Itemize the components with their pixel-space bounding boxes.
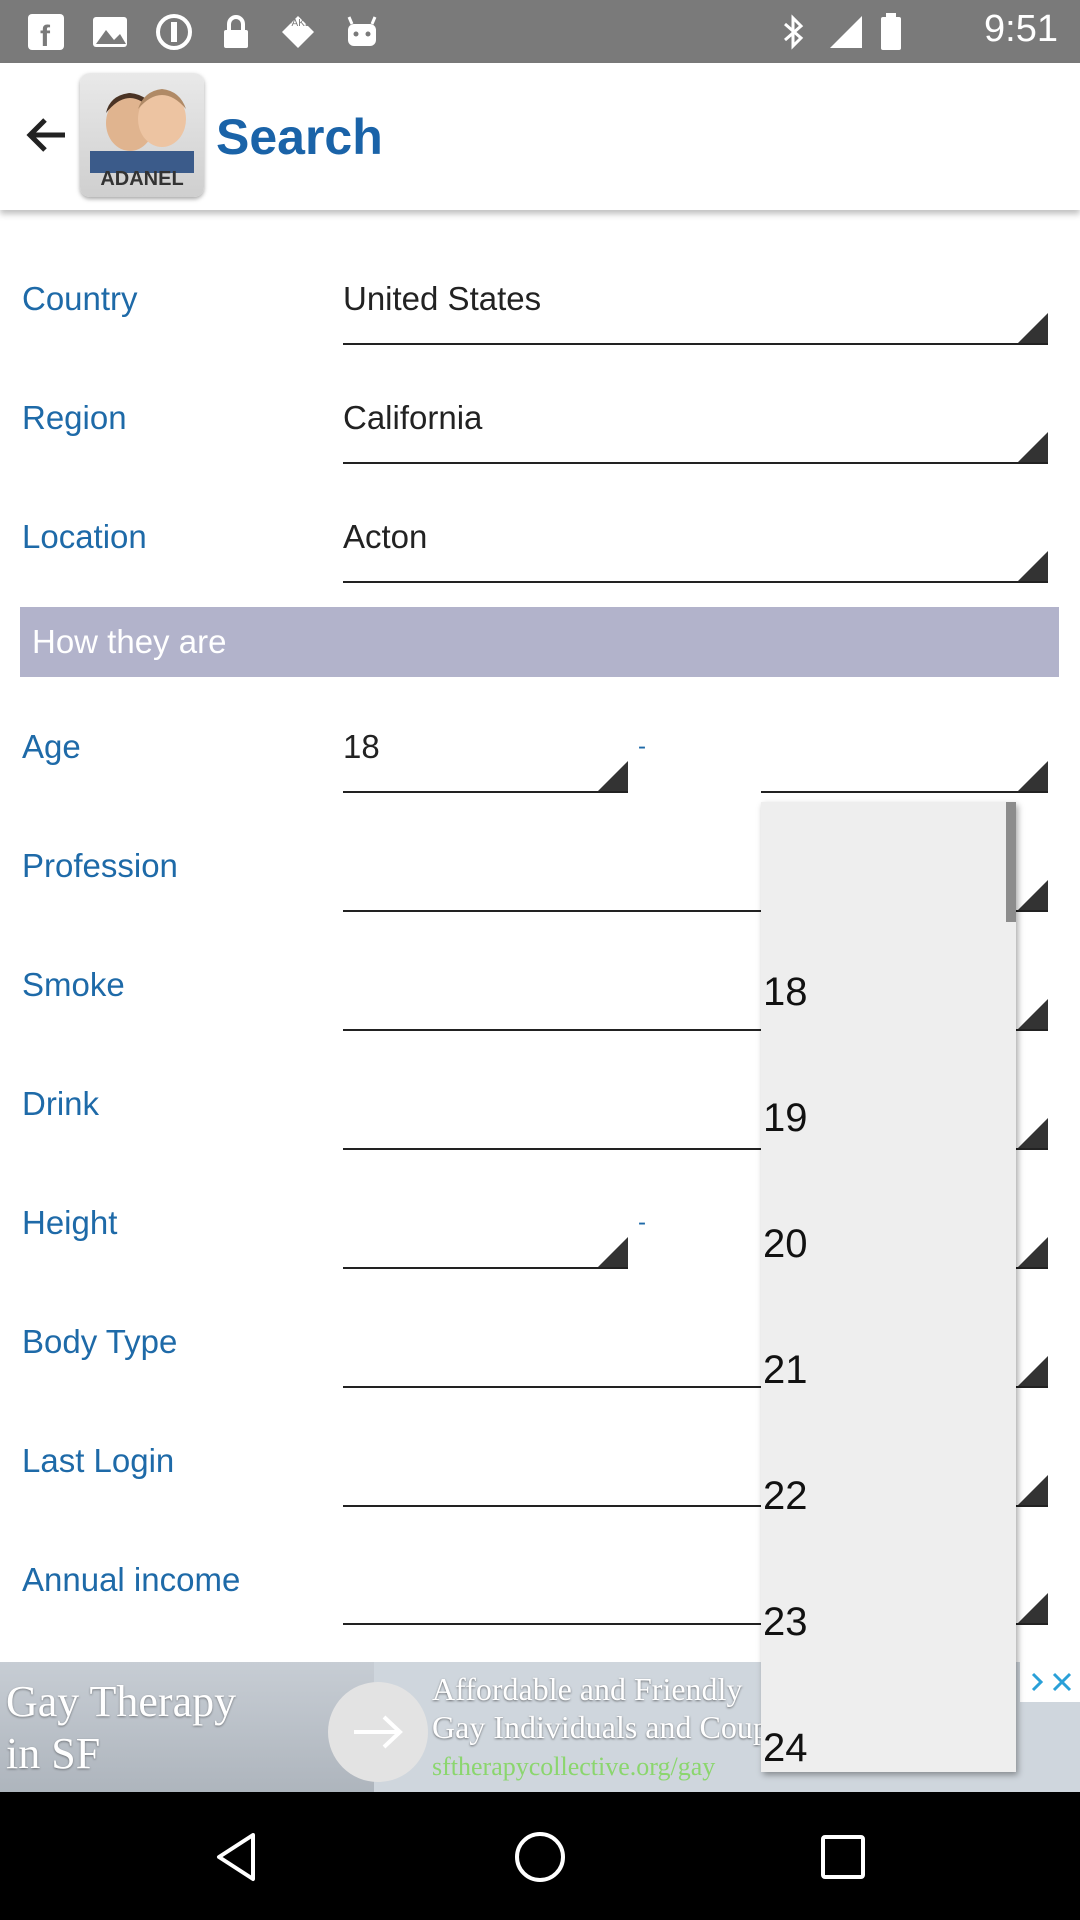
svg-text:f: f	[40, 20, 51, 52]
dropdown-option[interactable]: 21	[763, 1348, 808, 1393]
square-recents-icon	[821, 1835, 865, 1879]
fake-gps-icon: FAKE	[282, 16, 314, 48]
lock-icon	[224, 15, 248, 48]
dropdown-arrow-icon	[598, 1237, 628, 1267]
dropdown-arrow-icon	[598, 761, 628, 791]
back-button[interactable]	[14, 103, 78, 167]
dropdown-arrow-icon	[1018, 1356, 1048, 1386]
age-separator: -	[638, 733, 646, 760]
app-logo: ADANEL	[80, 73, 204, 197]
data-saver-icon	[156, 14, 192, 50]
photo-icon	[93, 17, 127, 47]
dropdown-arrow-icon	[1018, 999, 1048, 1029]
ad-info-icon[interactable]	[1030, 1671, 1044, 1693]
ad-url: sftherapycollective.org/gay	[432, 1752, 716, 1781]
dropdown-arrow-icon	[1018, 1237, 1048, 1267]
location-select[interactable]	[343, 581, 1048, 583]
couple-photo-icon	[90, 89, 194, 173]
triangle-back-icon	[217, 1833, 255, 1881]
section-header: How they are	[20, 607, 1059, 677]
logo-text: ADANEL	[100, 168, 184, 190]
ad-headline: Gay Therapy in SF	[6, 1676, 236, 1780]
age-to-dropdown[interactable]: 18 19 20 21 22 23 24	[761, 802, 1016, 1772]
dropdown-arrow-icon	[1018, 432, 1048, 462]
country-label: Country	[22, 280, 138, 317]
dropdown-option[interactable]: 19	[763, 1096, 808, 1141]
height-label: Height	[22, 1204, 118, 1241]
last-login-label: Last Login	[22, 1442, 175, 1479]
battery-icon	[881, 13, 901, 50]
dropdown-option[interactable]: 18	[763, 970, 808, 1015]
signal-icon	[830, 16, 862, 48]
smoke-label: Smoke	[22, 966, 125, 1003]
annual-income-label: Annual income	[22, 1561, 241, 1598]
height-from-select[interactable]	[343, 1267, 628, 1269]
ad-body-line: Gay Individuals and Couples	[432, 1709, 805, 1745]
location-value: Acton	[343, 518, 428, 555]
dropdown-arrow-icon	[1018, 551, 1048, 581]
ad-body: Affordable and Friendly Gay Individuals …	[432, 1670, 804, 1746]
arrow-right-icon	[354, 1715, 403, 1749]
ad-headline-line: Gay Therapy	[6, 1677, 237, 1726]
system-nav-bar	[0, 1792, 1080, 1920]
dropdown-option[interactable]: 22	[763, 1474, 808, 1519]
location-label: Location	[22, 518, 147, 555]
bluetooth-icon	[784, 14, 804, 50]
age-from-select[interactable]	[343, 791, 628, 793]
android-icon	[347, 16, 377, 46]
ad-headline-line: in SF	[6, 1729, 101, 1778]
dropdown-arrow-icon	[1018, 1118, 1048, 1148]
country-select[interactable]	[343, 343, 1048, 345]
status-bar: f FAKE 9:51	[0, 0, 1080, 63]
age-from-value: 18	[343, 728, 380, 765]
dropdown-arrow-icon	[1018, 1475, 1048, 1505]
ad-body-line: Affordable and Friendly	[432, 1671, 743, 1707]
dropdown-arrow-icon	[1018, 1593, 1048, 1623]
dropdown-arrow-icon	[1018, 761, 1048, 791]
region-label: Region	[22, 399, 127, 436]
section-title: How they are	[32, 623, 227, 660]
country-value: United States	[343, 280, 542, 317]
facebook-icon: f	[28, 14, 64, 52]
ad-open-button[interactable]	[328, 1682, 428, 1782]
age-label: Age	[22, 728, 81, 765]
region-value: California	[343, 399, 483, 436]
nav-home-button[interactable]	[505, 1822, 575, 1892]
app-bar: ADANEL Search	[0, 63, 1080, 210]
page-title: Search	[216, 109, 383, 165]
age-to-select[interactable]	[761, 791, 1048, 793]
svg-text:FAKE: FAKE	[286, 18, 312, 29]
drink-label: Drink	[22, 1085, 100, 1122]
height-separator: -	[638, 1209, 646, 1236]
circle-home-icon	[515, 1832, 565, 1882]
close-icon[interactable]	[1050, 1670, 1074, 1694]
dropdown-option[interactable]: 20	[763, 1222, 808, 1267]
dropdown-scrollbar[interactable]	[1006, 802, 1016, 922]
arrow-back-icon	[26, 118, 65, 152]
dropdown-arrow-icon	[1018, 880, 1048, 910]
nav-recents-button[interactable]	[808, 1822, 878, 1892]
nav-back-button[interactable]	[202, 1822, 272, 1892]
body-type-label: Body Type	[22, 1323, 178, 1360]
dropdown-option[interactable]: 24	[763, 1726, 808, 1771]
dropdown-arrow-icon	[1018, 313, 1048, 343]
profession-label: Profession	[22, 847, 178, 884]
dropdown-option[interactable]: 23	[763, 1600, 808, 1645]
region-select[interactable]	[343, 462, 1048, 464]
ad-controls	[1020, 1662, 1080, 1702]
status-time: 9:51	[984, 8, 1058, 50]
